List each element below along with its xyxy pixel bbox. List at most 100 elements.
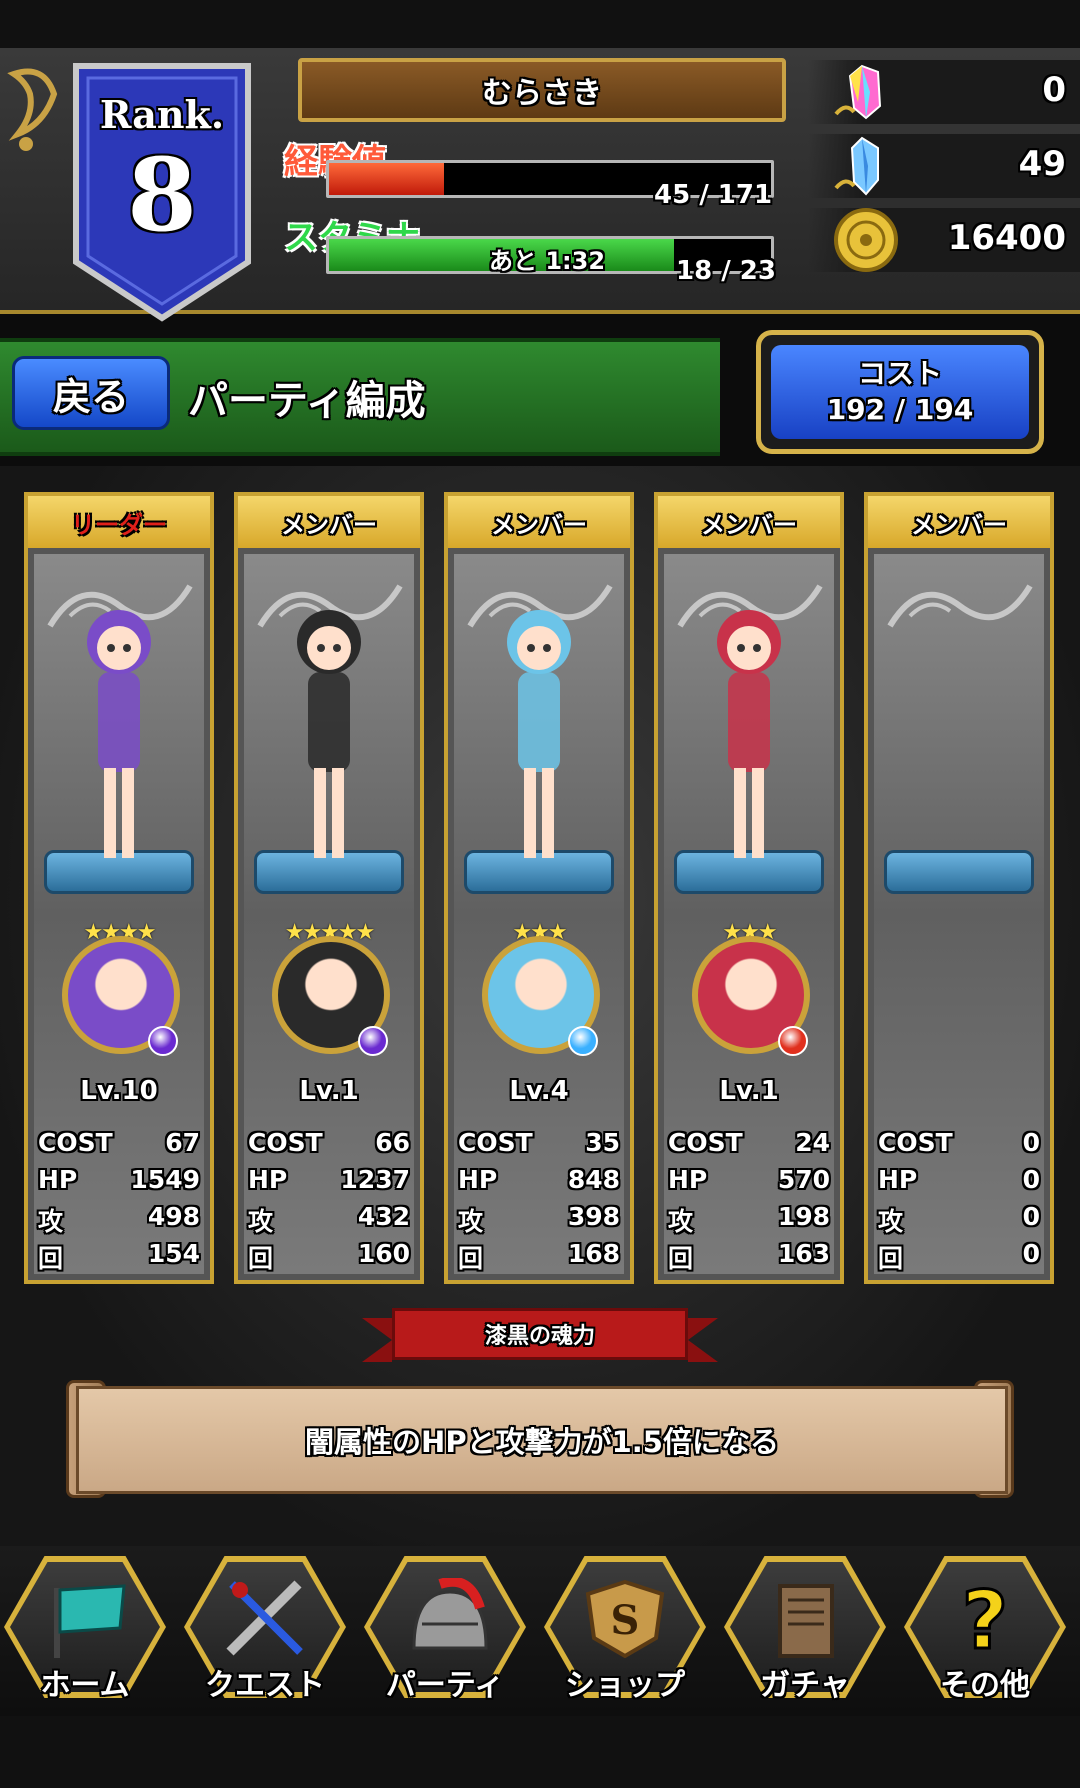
gold-count: 16400: [947, 218, 1066, 258]
svg-text:?: ?: [962, 1578, 1008, 1658]
stat-atk-value: 198: [777, 1202, 830, 1231]
stat-rec-value: 163: [777, 1239, 830, 1268]
nav-gacha-button[interactable]: ガチャ: [720, 1556, 890, 1706]
stat-atk-value: 432: [357, 1202, 410, 1231]
stat-hp-label: HP: [668, 1165, 708, 1194]
member-role: メンバー: [658, 496, 840, 548]
ribbon-right-tail: [688, 1318, 718, 1362]
gold-row: 16400: [808, 208, 1080, 272]
helmet-icon: [412, 1578, 488, 1650]
nav-shop-button[interactable]: S ショップ: [540, 1556, 710, 1706]
stat-hp-value: 0: [1022, 1165, 1040, 1194]
stat-atk-label: 攻: [668, 1207, 694, 1236]
stamina-timer: あと 1:32: [489, 247, 606, 275]
stat-atk-label: 攻: [878, 1207, 904, 1236]
page-title: パーティ編成: [188, 378, 426, 424]
party-member-card-3[interactable]: メンバー ★★★ Lv.4 COST 35 HP 848 攻 398 回 168: [444, 492, 634, 1284]
stat-cost-value: 66: [375, 1128, 410, 1157]
exp-value: 45 / 171: [654, 180, 773, 210]
system-nav-bar: [0, 1716, 1080, 1788]
party-member-card-5[interactable]: メンバー COST 0 HP 0 攻 0 回 0: [864, 492, 1054, 1284]
exp-bar-fill: [329, 163, 444, 195]
character-figure[interactable]: [694, 592, 804, 882]
stat-hp-label: HP: [458, 1165, 498, 1194]
back-button[interactable]: 戻る: [12, 356, 170, 430]
svg-text:S: S: [611, 1597, 640, 1644]
stat-atk-label: 攻: [458, 1207, 484, 1236]
stat-atk-label: 攻: [38, 1207, 64, 1236]
dark-element-orb-icon: [148, 1026, 178, 1056]
stat-rec-label: 回: [878, 1244, 904, 1273]
stat-hp-value: 1549: [130, 1165, 200, 1194]
stat-cost-label: COST: [248, 1128, 323, 1157]
character-figure[interactable]: [274, 592, 384, 882]
cost-box: コスト 192 / 194: [756, 330, 1044, 454]
character-figure[interactable]: [484, 592, 594, 882]
member-level: Lv.1: [299, 1076, 359, 1106]
nav-other-button[interactable]: ? その他: [900, 1556, 1070, 1706]
stat-hp-value: 570: [777, 1165, 830, 1194]
fire-element-orb-icon: [778, 1026, 808, 1056]
player-name: むらさき: [298, 58, 786, 122]
blue-gem-row: 49: [808, 134, 1080, 198]
stat-rec-value: 154: [147, 1239, 200, 1268]
nav-label: パーティ: [385, 1668, 505, 1703]
stat-rec-value: 160: [357, 1239, 410, 1268]
stat-rec-label: 回: [38, 1244, 64, 1273]
shield-s-icon: S: [585, 1579, 665, 1658]
character-figure[interactable]: [64, 592, 174, 882]
nav-party-button[interactable]: パーティ: [360, 1556, 530, 1706]
leader-skill-name: 漆黒の魂力: [392, 1308, 688, 1360]
stat-atk-value: 498: [147, 1202, 200, 1231]
stat-cost-label: COST: [38, 1128, 113, 1157]
rank-badge: Rank. 8: [72, 62, 252, 322]
member-role: メンバー: [448, 496, 630, 548]
rainbow-crystal-icon: [834, 64, 882, 120]
cost-label: コスト: [857, 357, 942, 390]
nav-label: その他: [940, 1668, 1030, 1703]
rainbow-gem-row: 0: [808, 60, 1080, 124]
flag-icon: [54, 1584, 126, 1658]
member-level: Lv.1: [719, 1076, 779, 1106]
scroll-board-icon: [778, 1584, 834, 1658]
ribbon-left-tail: [362, 1318, 392, 1362]
nav-label: ガチャ: [760, 1668, 850, 1703]
blue-gem-count: 49: [1018, 144, 1066, 184]
pedestal: [884, 850, 1034, 894]
rainbow-gem-count: 0: [1042, 70, 1066, 110]
stat-cost-label: COST: [668, 1128, 743, 1157]
leader-skill-description: 闇属性のHPと攻撃力が1.5倍になる: [76, 1386, 1008, 1494]
stamina-value: 18 / 23: [676, 256, 776, 286]
stat-rec-value: 0: [1022, 1239, 1040, 1268]
party-member-card-2[interactable]: メンバー ★★★★★ Lv.1 COST 66 HP 1237 攻 432 回 1…: [234, 492, 424, 1284]
stat-cost-label: COST: [878, 1128, 953, 1157]
member-role: メンバー: [238, 496, 420, 548]
nav-label: クエスト: [205, 1668, 325, 1703]
member-level: Lv.10: [80, 1076, 158, 1106]
stat-hp-label: HP: [38, 1165, 78, 1194]
status-bar: [0, 0, 1080, 48]
stat-cost-value: 67: [165, 1128, 200, 1157]
stat-hp-value: 848: [567, 1165, 620, 1194]
stat-rec-value: 168: [567, 1239, 620, 1268]
swords-icon: [226, 1580, 303, 1656]
stat-cost-label: COST: [458, 1128, 533, 1157]
stat-cost-value: 35: [585, 1128, 620, 1157]
nav-label: ショップ: [565, 1668, 685, 1703]
member-role: リーダー: [28, 496, 210, 548]
party-member-card-1[interactable]: リーダー ★★★★ Lv.10 COST 67 HP 1549 攻 498 回 1…: [24, 492, 214, 1284]
member-level: Lv.4: [509, 1076, 569, 1106]
stat-cost-value: 0: [1022, 1128, 1040, 1157]
gold-coin-icon: [834, 208, 898, 272]
nav-quest-button[interactable]: クエスト: [180, 1556, 350, 1706]
nav-home-button[interactable]: ホーム: [0, 1556, 170, 1706]
party-member-card-4[interactable]: メンバー ★★★ Lv.1 COST 24 HP 570 攻 198 回 163: [654, 492, 844, 1284]
stat-atk-value: 398: [567, 1202, 620, 1231]
stat-hp-label: HP: [248, 1165, 288, 1194]
stat-hp-value: 1237: [340, 1165, 410, 1194]
stat-rec-label: 回: [248, 1244, 274, 1273]
rank-label: Rank.: [99, 92, 225, 137]
rank-value: 8: [127, 136, 197, 254]
stat-rec-label: 回: [458, 1244, 484, 1273]
stat-cost-value: 24: [795, 1128, 830, 1157]
